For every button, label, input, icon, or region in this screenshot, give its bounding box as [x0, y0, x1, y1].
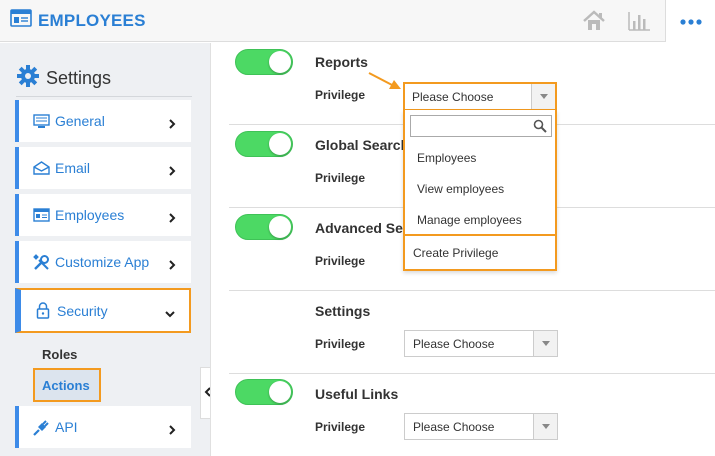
sidebar-item-general[interactable]: General [15, 100, 191, 142]
monitor-icon [32, 113, 50, 129]
divider [229, 290, 715, 291]
annotation-arrow-icon [367, 70, 403, 97]
bar-chart-icon[interactable] [626, 9, 652, 33]
sidebar-item-label: General [55, 113, 105, 129]
app-title[interactable]: EMPLOYEES [10, 9, 146, 32]
chevron-right-icon [167, 257, 177, 270]
plug-icon [32, 419, 50, 436]
sidebar-subitem-actions[interactable]: Actions [33, 368, 101, 402]
divider [16, 96, 192, 97]
sidebar-item-label: Security [57, 302, 108, 319]
toggle-knob [269, 216, 291, 238]
employees-card-icon [10, 9, 32, 32]
sidebar-item-label: Customize App [55, 254, 150, 270]
sidebar-item-label: Email [55, 160, 91, 176]
privilege-label: Privilege [315, 171, 366, 185]
sidebar-item-label: API [55, 419, 78, 435]
privilege-label: Privilege [315, 420, 366, 434]
dropdown-search-box[interactable] [410, 115, 552, 137]
settings-heading: Settings [16, 64, 111, 93]
privilege-dropdown-panel: Employees View employees Manage employee… [403, 110, 557, 271]
select-value: Please Choose [413, 419, 495, 434]
sidebar-item-label: Employees [55, 207, 125, 223]
privilege-label: Privilege [315, 254, 366, 268]
useful-links-privilege-select[interactable]: Please Choose [404, 413, 558, 440]
row-title: Useful Links [315, 386, 399, 402]
sidebar-item-customize-app[interactable]: Customize App [15, 241, 191, 283]
reports-toggle[interactable] [235, 49, 293, 75]
privilege-label: Privilege [315, 337, 366, 351]
sidebar-item-email[interactable]: Email [15, 147, 191, 189]
dropdown-option[interactable]: Manage employees [417, 213, 522, 227]
sidebar-item-employees[interactable]: Employees [15, 194, 191, 236]
chevron-right-icon [167, 210, 177, 223]
divider [229, 373, 715, 374]
chevron-right-icon [167, 422, 177, 435]
sidebar: Settings General Email Employees Customi… [0, 43, 214, 456]
search-icon [533, 119, 547, 138]
useful-links-toggle[interactable] [235, 379, 293, 405]
lock-icon [34, 302, 52, 319]
settings-privilege-select[interactable]: Please Choose [404, 330, 558, 357]
more-icon [679, 12, 702, 30]
caret-down-icon [531, 84, 555, 109]
dropdown-option[interactable]: Employees [417, 151, 476, 165]
row-title: Settings [315, 303, 371, 319]
list-card-icon [32, 207, 50, 223]
toggle-knob [269, 381, 291, 403]
row-title: Global Search [315, 137, 410, 153]
privilege-label: Privilege [315, 88, 366, 102]
advanced-search-toggle[interactable] [235, 214, 293, 240]
caret-down-icon [533, 331, 557, 356]
settings-heading-text: Settings [46, 68, 112, 88]
row-title: Reports [315, 54, 368, 70]
select-value: Please Choose [413, 336, 495, 351]
sidebar-subitem-roles[interactable]: Roles [42, 347, 77, 362]
create-privilege-option[interactable]: Create Privilege [405, 234, 557, 269]
toggle-knob [269, 133, 291, 155]
top-bar: EMPLOYEES [0, 0, 715, 42]
wrench-icon [32, 253, 50, 270]
toggle-knob [269, 51, 291, 73]
caret-down-icon [533, 414, 557, 439]
chevron-down-icon [165, 306, 175, 317]
envelope-icon [32, 160, 50, 176]
dropdown-search-input[interactable] [411, 116, 526, 136]
more-button[interactable] [665, 0, 715, 42]
chevron-right-icon [167, 163, 177, 176]
sidebar-item-security[interactable]: Security [15, 288, 191, 333]
reports-privilege-select[interactable]: Please Choose [403, 82, 557, 111]
chevron-right-icon [167, 116, 177, 129]
app-title-text: EMPLOYEES [38, 10, 146, 30]
gear-icon [16, 64, 40, 93]
global-search-toggle[interactable] [235, 131, 293, 157]
select-value: Please Choose [412, 89, 494, 104]
dropdown-option[interactable]: View employees [417, 182, 504, 196]
sidebar-item-api[interactable]: API [15, 406, 191, 448]
home-icon[interactable] [581, 9, 607, 33]
